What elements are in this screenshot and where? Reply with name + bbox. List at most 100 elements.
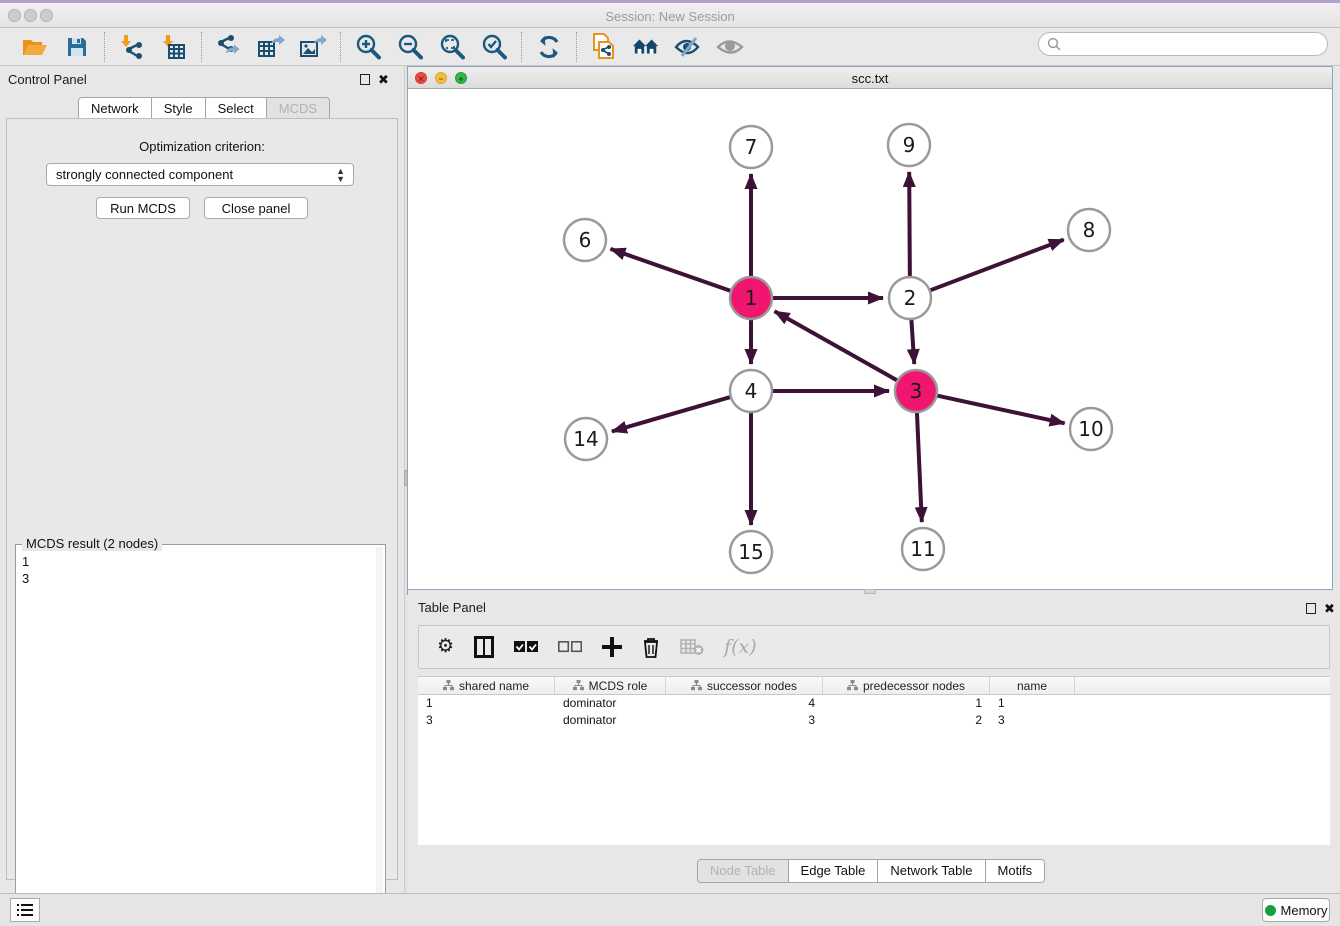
control-panel-title: Control Panel (8, 72, 87, 87)
table-panel: Table Panel ✖ ⚙ f(x) shared nameMCDS rol… (407, 595, 1340, 893)
close-panel-button[interactable]: Close panel (204, 197, 308, 219)
cell[interactable]: 3 (666, 712, 823, 729)
add-column-icon[interactable] (602, 634, 622, 660)
export-image-icon[interactable] (299, 33, 327, 61)
table-row[interactable]: 3dominator323 (418, 712, 1330, 729)
zoom-in-icon[interactable] (354, 33, 382, 61)
memory-status-icon (1265, 905, 1276, 916)
edge-2-9[interactable] (909, 172, 910, 276)
delete-columns-icon[interactable] (642, 634, 660, 660)
node-label-7: 7 (745, 135, 758, 159)
memory-label: Memory (1281, 903, 1328, 918)
node-label-10: 10 (1078, 417, 1103, 441)
save-session-icon[interactable] (63, 33, 91, 61)
table-row[interactable]: 1dominator411 (418, 695, 1330, 712)
edge-3-11[interactable] (917, 413, 922, 522)
float-table-panel-icon[interactable] (1306, 603, 1316, 614)
mcds-result-box: MCDS result (2 nodes) 1 3 (15, 544, 386, 924)
column-header-shared-name[interactable]: shared name (418, 677, 555, 694)
import-table-icon[interactable] (160, 33, 188, 61)
tab-node-table[interactable]: Node Table (697, 859, 789, 883)
edge-3-10[interactable] (937, 396, 1064, 424)
cell[interactable]: dominator (555, 712, 666, 729)
network-window-titlebar[interactable]: ✕ − + scc.txt (408, 67, 1332, 89)
attribute-tree-icon (847, 680, 858, 691)
zoom-fit-icon[interactable] (438, 33, 466, 61)
node-label-9: 9 (903, 133, 916, 157)
column-label: name (1017, 679, 1047, 693)
optimization-criterion-label: Optimization criterion: (7, 139, 397, 154)
mcds-result-scrollbar[interactable] (376, 547, 383, 921)
edge-2-3[interactable] (911, 320, 914, 364)
table-tabs: Node TableEdge TableNetwork TableMotifs (697, 859, 1045, 883)
column-header-predecessor-nodes[interactable]: predecessor nodes (823, 677, 990, 694)
column-header-name[interactable]: name (990, 677, 1075, 694)
function-builder-icon: f(x) (724, 634, 757, 660)
mcds-result-legend: MCDS result (2 nodes) (22, 536, 162, 551)
cell[interactable]: dominator (555, 695, 666, 712)
show-columns-icon[interactable] (474, 634, 494, 660)
network-graph[interactable]: 1234678910111415 (408, 89, 1332, 589)
cell[interactable]: 2 (823, 712, 990, 729)
column-label: successor nodes (707, 679, 797, 693)
cell[interactable]: 3 (418, 712, 555, 729)
zoom-out-icon[interactable] (396, 33, 424, 61)
export-table-icon[interactable] (257, 33, 285, 61)
run-mcds-button[interactable]: Run MCDS (96, 197, 190, 219)
import-network-icon[interactable] (118, 33, 146, 61)
window-title: Session: New Session (0, 9, 1340, 24)
list-icon (17, 903, 33, 917)
app-titlebar: Session: New Session (0, 3, 1340, 28)
show-all-eye-icon[interactable] (716, 33, 744, 61)
task-history-button[interactable] (10, 898, 40, 922)
unselect-all-columns-icon[interactable] (558, 634, 582, 660)
cell[interactable]: 1 (418, 695, 555, 712)
table-settings-icon[interactable]: ⚙ (437, 634, 454, 660)
zoom-selected-icon[interactable] (480, 33, 508, 61)
mcds-result-values: 1 3 (22, 553, 29, 587)
edge-3-1[interactable] (775, 311, 897, 380)
cell[interactable]: 4 (666, 695, 823, 712)
open-file-icon[interactable] (21, 33, 49, 61)
column-header-successor-nodes[interactable]: successor nodes (666, 677, 823, 694)
column-header-MCDS-role[interactable]: MCDS role (555, 677, 666, 694)
edge-2-8[interactable] (931, 240, 1064, 291)
refresh-icon[interactable] (535, 33, 563, 61)
close-table-panel-icon[interactable]: ✖ (1324, 601, 1335, 617)
status-bar: Memory (0, 893, 1340, 926)
optimization-criterion-select[interactable]: strongly connected component ▲▼ (46, 163, 354, 186)
node-label-14: 14 (573, 427, 598, 451)
node-label-8: 8 (1083, 218, 1096, 242)
table-body: 1dominator4113dominator323 (418, 695, 1330, 845)
network-view-window: ✕ − + scc.txt 1234678910111415 (407, 66, 1333, 590)
horizontal-splitter-handle[interactable] (864, 589, 876, 594)
node-label-3: 3 (910, 379, 923, 403)
network-title: scc.txt (408, 71, 1332, 86)
edge-1-6[interactable] (610, 249, 730, 291)
tab-network-table[interactable]: Network Table (878, 859, 985, 883)
memory-button[interactable]: Memory (1262, 898, 1330, 922)
duplicate-network-icon[interactable] (590, 33, 618, 61)
attribute-tree-icon (691, 680, 702, 691)
network-overview-icon[interactable] (632, 33, 660, 61)
mcds-panel: Optimization criterion: strongly connect… (6, 118, 398, 880)
search-icon (1047, 37, 1061, 51)
close-panel-icon[interactable]: ✖ (378, 72, 389, 88)
select-stepper-icon: ▲▼ (336, 167, 345, 183)
node-label-2: 2 (904, 286, 917, 310)
cell[interactable]: 1 (990, 695, 1075, 712)
node-table: shared nameMCDS role successor nodes prede… (418, 676, 1330, 845)
export-network-icon[interactable] (215, 33, 243, 61)
hide-selected-eye-icon[interactable] (674, 33, 702, 61)
float-panel-icon[interactable] (360, 74, 370, 85)
cell[interactable]: 1 (823, 695, 990, 712)
attribute-tree-icon (443, 680, 454, 691)
tab-motifs[interactable]: Motifs (986, 859, 1046, 883)
cell[interactable]: 3 (990, 712, 1075, 729)
edge-4-14[interactable] (612, 397, 730, 431)
tab-edge-table[interactable]: Edge Table (789, 859, 879, 883)
attribute-tree-icon (573, 680, 584, 691)
select-all-columns-icon[interactable] (514, 634, 538, 660)
column-label: predecessor nodes (863, 679, 965, 693)
search-field[interactable] (1038, 32, 1328, 56)
